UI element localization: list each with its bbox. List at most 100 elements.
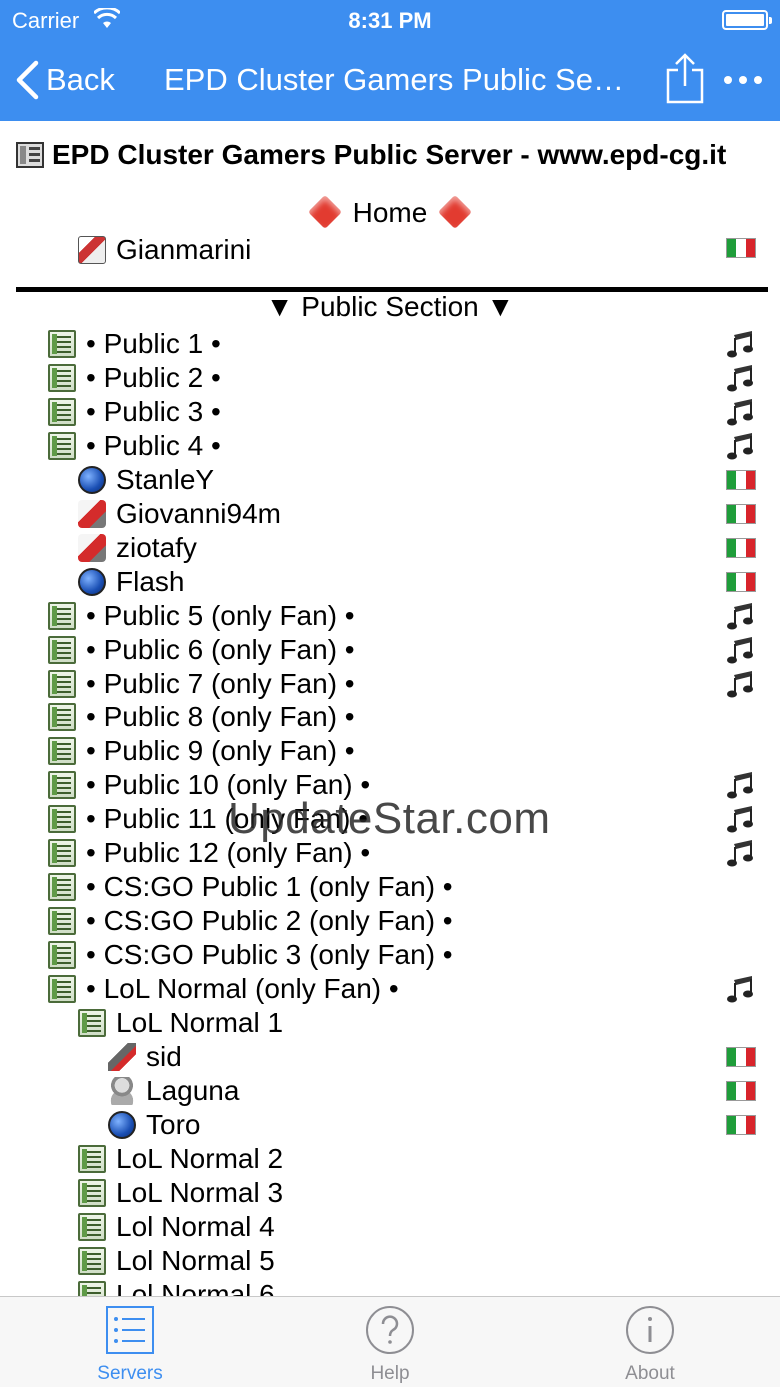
row-label: • Public 5 (only Fan) • — [86, 599, 355, 631]
tab-servers[interactable]: Servers — [0, 1297, 260, 1387]
channel-row[interactable]: LoL Normal 2 — [78, 1142, 768, 1176]
muted-user-icon — [78, 499, 106, 528]
channel-row[interactable]: • LoL Normal (only Fan) • — [48, 972, 768, 1006]
italy-flag-icon — [726, 1114, 756, 1145]
italy-flag-icon — [726, 537, 756, 568]
section-header[interactable]: ▼ Public Section ▼ — [0, 291, 780, 323]
channel-row[interactable]: Lol Normal 5 — [78, 1244, 768, 1278]
channel-icon — [48, 601, 76, 630]
channel-icon — [78, 1280, 106, 1296]
channel-row[interactable]: • CS:GO Public 3 (only Fan) • — [48, 938, 768, 972]
row-label: Lol Normal 5 — [116, 1244, 275, 1276]
channel-icon — [48, 839, 76, 868]
channel-row[interactable]: • Public 11 (only Fan) • — [48, 802, 768, 836]
row-label: • Public 8 (only Fan) • — [86, 701, 355, 733]
italy-flag-icon — [726, 469, 756, 500]
blue-orb-icon — [78, 465, 106, 494]
tab-bar: Servers Help About — [0, 1296, 780, 1387]
list-icon — [106, 1306, 154, 1354]
row-label: • CS:GO Public 2 (only Fan) • — [86, 905, 453, 937]
channel-icon — [48, 363, 76, 392]
home-channel[interactable]: Home — [0, 195, 780, 229]
channel-row[interactable]: • Public 2 • — [48, 361, 768, 395]
nav-title: EPD Cluster Gamers Public Server - www.e… — [164, 62, 634, 97]
tab-help[interactable]: Help — [260, 1297, 520, 1387]
muted-user-icon — [78, 533, 106, 562]
row-label: • CS:GO Public 1 (only Fan) • — [86, 871, 453, 903]
home-label: Home — [352, 197, 428, 228]
diamond-icon — [438, 195, 473, 229]
list-item-user[interactable]: Gianmarini — [78, 233, 768, 267]
channel-icon — [48, 907, 76, 936]
mic-muted-user-icon — [108, 1042, 136, 1071]
channel-row[interactable]: • CS:GO Public 1 (only Fan) • — [48, 870, 768, 904]
tab-label: About — [625, 1363, 675, 1384]
channel-row[interactable]: • Public 8 (only Fan) • — [48, 700, 768, 734]
italy-flag-icon — [726, 1080, 756, 1111]
channel-icon — [48, 737, 76, 766]
app-header: Carrier 8:31 PM Back EPD Cluster Gamers … — [0, 0, 780, 121]
row-label: • CS:GO Public 3 (only Fan) • — [86, 939, 453, 971]
channel-icon — [48, 635, 76, 664]
channel-row[interactable]: • Public 5 (only Fan) • — [48, 599, 768, 633]
user-row[interactable]: Toro — [108, 1108, 768, 1142]
tab-label: Help — [370, 1363, 410, 1384]
channel-row[interactable]: LoL Normal 3 — [78, 1176, 768, 1210]
channel-row[interactable]: • CS:GO Public 2 (only Fan) • — [48, 904, 768, 938]
channel-icon — [78, 1178, 106, 1207]
channel-icon — [78, 1212, 106, 1241]
row-label: ziotafy — [116, 531, 197, 563]
user-row[interactable]: Giovanni94m — [78, 497, 768, 531]
info-icon — [626, 1306, 674, 1354]
music-icon — [726, 974, 756, 1004]
row-label: • Public 12 (only Fan) • — [86, 837, 371, 869]
row-label: • Public 6 (only Fan) • — [86, 633, 355, 665]
server-name: EPD Cluster Gamers Public Server - www.e… — [52, 139, 727, 170]
music-icon — [726, 363, 756, 393]
channel-icon — [48, 771, 76, 800]
channel-row[interactable]: • Public 9 (only Fan) • — [48, 734, 768, 768]
share-icon[interactable] — [664, 52, 706, 104]
server-tree[interactable]: EPD Cluster Gamers Public Server - www.e… — [0, 121, 780, 1296]
channel-row[interactable]: Lol Normal 4 — [78, 1210, 768, 1244]
music-icon — [726, 804, 756, 834]
row-label: Lol Normal 4 — [116, 1210, 275, 1242]
user-row[interactable]: Flash — [78, 565, 768, 599]
channel-row[interactable]: Lol Normal 6 — [78, 1278, 768, 1296]
music-icon — [726, 397, 756, 427]
row-label: sid — [146, 1040, 182, 1072]
music-icon — [726, 669, 756, 699]
more-icon[interactable] — [722, 68, 764, 92]
row-label: Flash — [116, 565, 185, 597]
channel-row[interactable]: • Public 12 (only Fan) • — [48, 836, 768, 870]
user-row[interactable]: ziotafy — [78, 531, 768, 565]
user-row[interactable]: sid — [108, 1040, 768, 1074]
row-label: • Public 1 • — [86, 328, 221, 359]
chevron-left-icon — [16, 60, 39, 100]
channel-row[interactable]: • Public 10 (only Fan) • — [48, 768, 768, 802]
row-label: • Public 3 • — [86, 395, 221, 427]
user-row[interactable]: StanleY — [78, 463, 768, 497]
channel-icon — [48, 431, 76, 460]
music-icon — [726, 838, 756, 868]
row-label: • Public 10 (only Fan) • — [86, 769, 371, 801]
server-icon — [16, 142, 44, 174]
row-label: LoL Normal 3 — [116, 1176, 284, 1208]
back-button[interactable]: Back — [14, 60, 115, 100]
blue-orb-icon — [108, 1110, 136, 1139]
row-label: • LoL Normal (only Fan) • — [86, 973, 399, 1005]
italy-flag-icon — [726, 1046, 756, 1077]
channel-row[interactable]: • Public 6 (only Fan) • — [48, 633, 768, 667]
tab-about[interactable]: About — [520, 1297, 780, 1387]
italy-flag-icon — [726, 503, 756, 534]
italy-flag-icon — [726, 238, 756, 268]
channel-row[interactable]: LoL Normal 1 — [78, 1006, 768, 1040]
channel-row[interactable]: • Public 4 • — [48, 429, 768, 463]
channel-icon — [48, 397, 76, 426]
channel-icon — [78, 1144, 106, 1173]
user-row[interactable]: Laguna — [108, 1074, 768, 1108]
channel-row[interactable]: • Public 7 (only Fan) • — [48, 667, 768, 701]
channel-row[interactable]: • Public 1 • — [48, 327, 768, 361]
channel-row[interactable]: • Public 3 • — [48, 395, 768, 429]
battery-icon — [722, 10, 772, 30]
